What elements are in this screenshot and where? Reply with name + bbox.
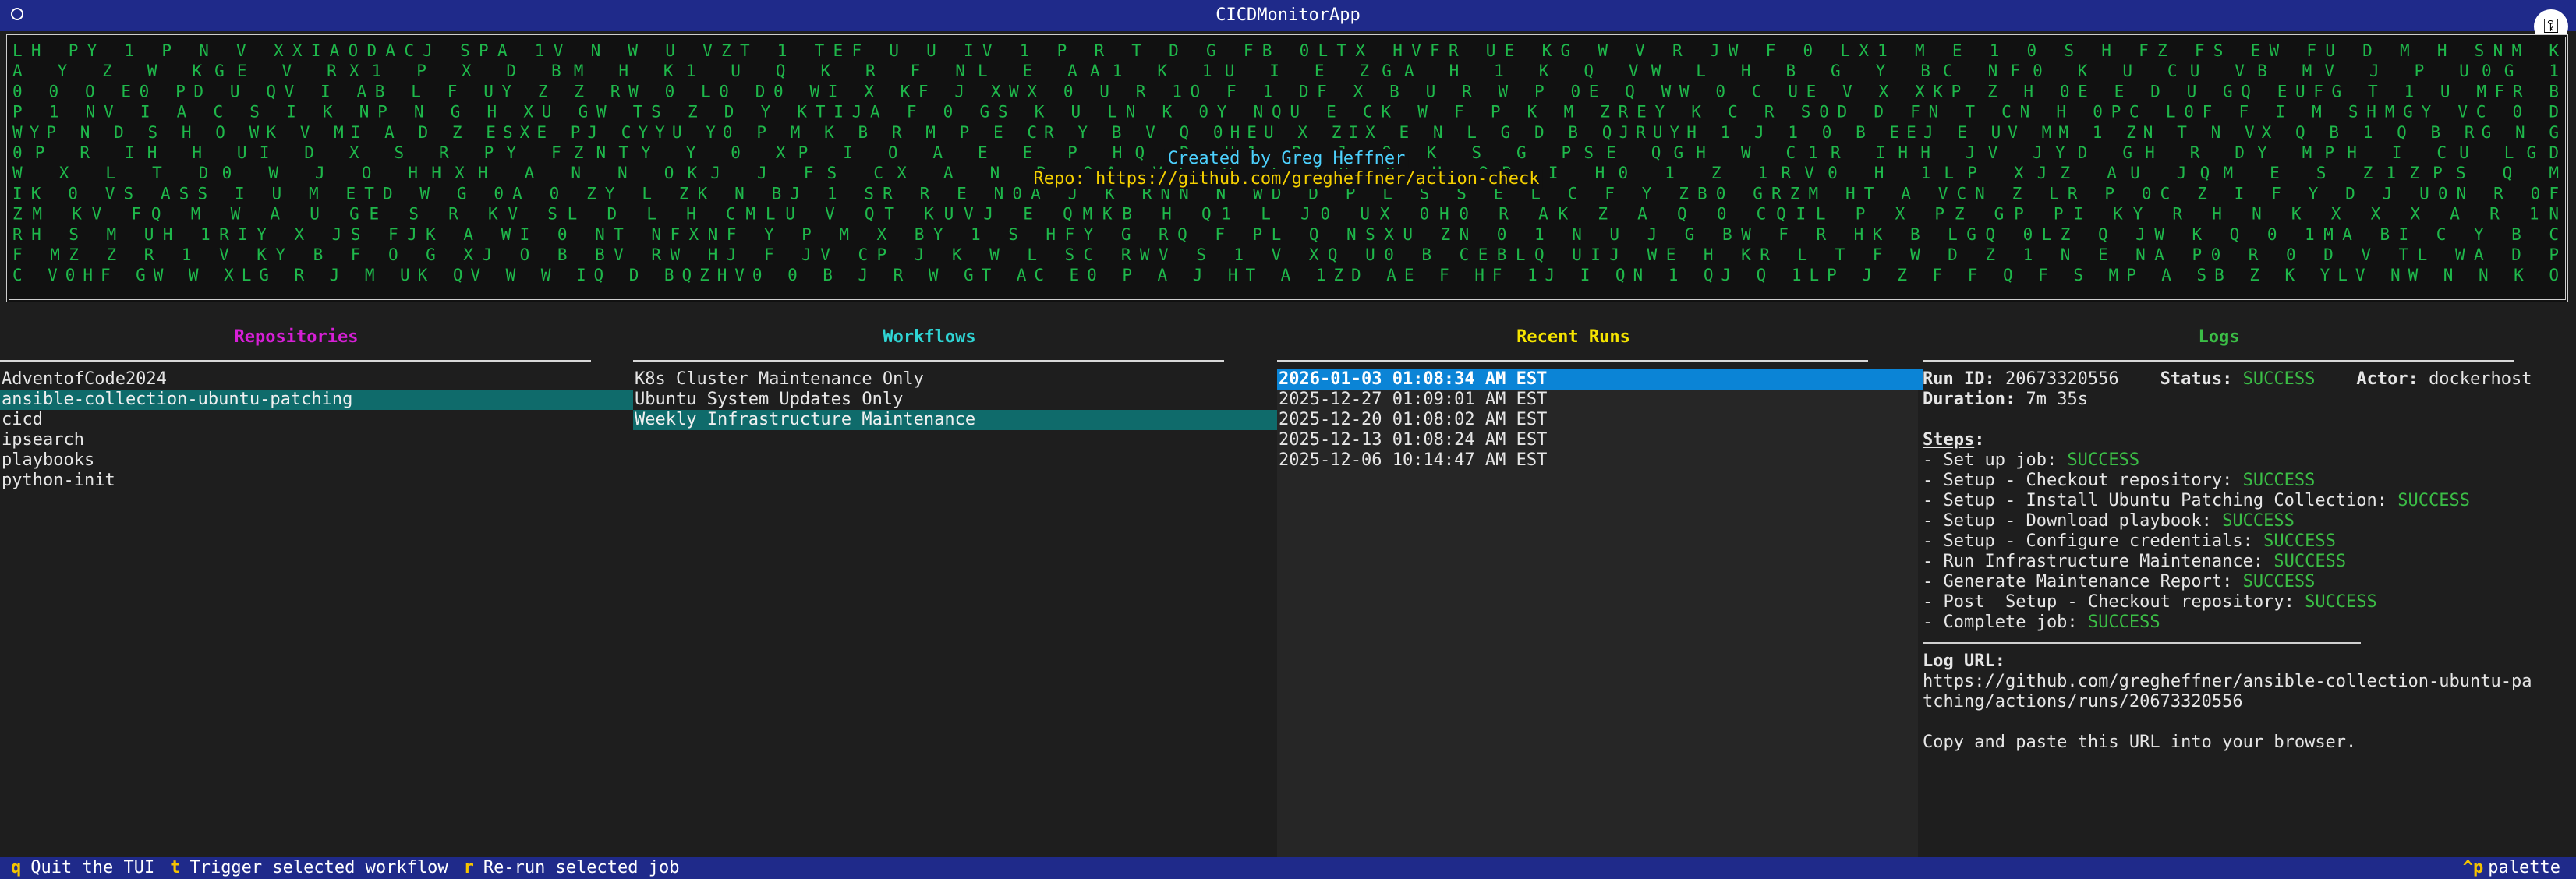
title-bar: CICDMonitorApp ⚿ xyxy=(0,0,2576,44)
duration-line: Duration: 7m 35s xyxy=(1923,390,2570,410)
step-line: - Complete job: SUCCESS xyxy=(1923,612,2570,633)
matrix-row: RH S M UH 1RIY X JS FJK A WI 0 NT NFXNF … xyxy=(12,225,2559,244)
workflows-title: Workflows xyxy=(883,327,976,347)
logs-rule xyxy=(1923,360,2514,362)
repo-item[interactable]: python-init xyxy=(0,471,633,491)
actor-label: Actor: xyxy=(2356,369,2419,389)
log-url-line-2[interactable]: tching/actions/runs/20673320556 xyxy=(1923,692,2570,712)
log-url-line-1[interactable]: https://github.com/gregheffner/ansible-c… xyxy=(1923,672,2570,692)
matrix-row: A Y Z W KGE V RX1 P X D BM H K1 U Q K R … xyxy=(12,62,2559,80)
step-status: SUCCESS xyxy=(2273,552,2347,571)
repo-item[interactable]: ipsearch xyxy=(0,430,633,450)
workflows-rule xyxy=(633,360,1224,362)
repo-item-selected[interactable]: ansible-collection-ubuntu-patching xyxy=(0,390,633,410)
step-status: SUCCESS xyxy=(2305,592,2377,612)
step-line: - Generate Maintenance Report: SUCCESS xyxy=(1923,572,2570,592)
step-name: - Generate Maintenance Report: xyxy=(1923,572,2243,591)
step-name: - Complete job: xyxy=(1923,612,2088,632)
steps-colon: : xyxy=(1974,430,1985,450)
repositories-list[interactable]: AdventofCode2024 ansible-collection-ubun… xyxy=(0,369,633,491)
matrix-row: WYP N D S H O WK V MI A D Z ESXE PJ CYYU… xyxy=(12,123,2559,142)
step-name: - Run Infrastructure Maintenance: xyxy=(1923,552,2274,571)
run-item[interactable]: 2025-12-13 01:08:24 AM EST xyxy=(1277,430,1923,450)
workflow-item[interactable]: K8s Cluster Maintenance Only xyxy=(633,369,1277,390)
duration-label: Duration: xyxy=(1923,390,2016,409)
logs-divider xyxy=(1923,642,2361,644)
matrix-row: 0 0 O E0 PD U QV I AB L F UY Z Z RW 0 L0… xyxy=(12,82,2559,101)
step-status: SUCCESS xyxy=(2067,450,2140,470)
step-status: SUCCESS xyxy=(2397,491,2470,510)
step-line: - Setup - Checkout repository: SUCCESS xyxy=(1923,471,2570,491)
runs-rule xyxy=(1277,360,1868,362)
repositories-title: Repositories xyxy=(234,327,359,347)
run-item[interactable]: 2025-12-20 01:08:02 AM EST xyxy=(1277,410,1923,430)
matrix-row: ZM KV FQ M W A U GE S R KV SL D L H CMLU… xyxy=(12,205,2559,224)
logs-title: Logs xyxy=(2198,327,2240,347)
run-id-value: 20673320556 xyxy=(2005,369,2119,389)
run-id-label: Run ID: xyxy=(1923,369,1995,389)
rerun-key[interactable]: r xyxy=(464,858,474,878)
status-label: Status: xyxy=(2160,369,2233,389)
step-line: - Run Infrastructure Maintenance: SUCCES… xyxy=(1923,552,2570,572)
window-title: CICDMonitorApp xyxy=(1215,5,1361,25)
palette-label[interactable]: palette xyxy=(2488,858,2560,877)
workflow-item[interactable]: Ubuntu System Updates Only xyxy=(633,390,1277,410)
created-by-text: Created by Greg Heffner xyxy=(1168,149,1406,168)
step-status: SUCCESS xyxy=(2087,612,2160,632)
step-status: SUCCESS xyxy=(2242,572,2316,591)
logs-panel: Run ID: 20673320556 Status: SUCCESS Acto… xyxy=(1923,369,2570,753)
matrix-row: C V0HF GW W XLG R J M UK QV W W IQ D BQZ… xyxy=(12,266,2559,284)
step-line: - Set up job: SUCCESS xyxy=(1923,450,2570,471)
workflows-list[interactable]: K8s Cluster Maintenance Only Ubuntu Syst… xyxy=(633,369,1277,430)
steps-heading: Steps: xyxy=(1923,430,2570,450)
matrix-row: LH PY 1 P N V XXIAODACJ SPA 1V N W U VZT… xyxy=(12,41,2559,60)
runs-list[interactable]: 2026-01-03 01:08:34 AM EST 2025-12-27 01… xyxy=(1277,369,1923,471)
step-name: - Set up job: xyxy=(1923,450,2068,470)
duration-value: 7m 35s xyxy=(2026,390,2088,409)
status-value: SUCCESS xyxy=(2242,369,2316,389)
copy-hint: Copy and paste this URL into your browse… xyxy=(1923,732,2357,752)
matrix-row: P 1 NV I A C S I K NP N G H XU GW TS Z D… xyxy=(12,103,2559,122)
steps-label: Steps xyxy=(1923,430,1975,450)
actor-value: dockerhost xyxy=(2429,369,2532,389)
run-item-active[interactable]: 2026-01-03 01:08:34 AM EST xyxy=(1277,369,1923,390)
step-line: - Post Setup - Checkout repository: SUCC… xyxy=(1923,592,2570,612)
matrix-banner: LH PY 1 P N V XXIAODACJ SPA 1V N W U VZT… xyxy=(12,41,2559,284)
banner: LH PY 1 P N V XXIAODACJ SPA 1V N W U VZT… xyxy=(6,34,2568,302)
repo-item[interactable]: cicd xyxy=(0,410,633,430)
runs-title: Recent Runs xyxy=(1516,327,1630,347)
matrix-row: F MZ Z R 1 V KY B F O G XJ O B BV RW HJ … xyxy=(12,245,2559,264)
rerun-label[interactable]: Re-run selected job xyxy=(483,858,680,878)
log-url-label: Log URL: xyxy=(1923,651,2005,671)
step-name: - Setup - Configure credentials: xyxy=(1923,531,2264,551)
repo-url-text: Repo: https://github.com/gregheffner/act… xyxy=(1033,169,1539,189)
quit-label[interactable]: Quit the TUI xyxy=(30,858,154,878)
repo-item[interactable]: playbooks xyxy=(0,450,633,471)
step-line: - Setup - Configure credentials: SUCCESS xyxy=(1923,531,2570,552)
step-name: - Setup - Install Ubuntu Patching Collec… xyxy=(1923,491,2398,510)
window-menu-icon[interactable] xyxy=(11,8,23,20)
run-item[interactable]: 2025-12-27 01:09:01 AM EST xyxy=(1277,390,1923,410)
step-name: - Post Setup - Checkout repository: xyxy=(1923,592,2305,612)
repositories-rule xyxy=(0,360,591,362)
repo-item[interactable]: AdventofCode2024 xyxy=(0,369,633,390)
trigger-label[interactable]: Trigger selected workflow xyxy=(189,858,448,878)
workflow-item-selected[interactable]: Weekly Infrastructure Maintenance xyxy=(633,410,1277,430)
step-name: - Setup - Checkout repository: xyxy=(1923,471,2243,490)
step-line: - Setup - Install Ubuntu Patching Collec… xyxy=(1923,491,2570,511)
step-status: SUCCESS xyxy=(2242,471,2316,490)
quit-key[interactable]: q xyxy=(11,858,21,878)
footer-bar: q Quit the TUI t Trigger selected workflow… xyxy=(0,857,2576,879)
step-name: - Setup - Download playbook: xyxy=(1923,511,2223,531)
step-status: SUCCESS xyxy=(2263,531,2336,551)
step-line: - Setup - Download playbook: SUCCESS xyxy=(1923,511,2570,531)
run-info-line: Run ID: 20673320556 Status: SUCCESS Acto… xyxy=(1923,369,2570,390)
palette-button[interactable]: ^p palette xyxy=(2452,858,2560,878)
trigger-key[interactable]: t xyxy=(170,858,180,878)
run-item[interactable]: 2025-12-06 10:14:47 AM EST xyxy=(1277,450,1923,471)
palette-key[interactable]: ^p xyxy=(2463,858,2484,877)
step-status: SUCCESS xyxy=(2222,511,2295,531)
